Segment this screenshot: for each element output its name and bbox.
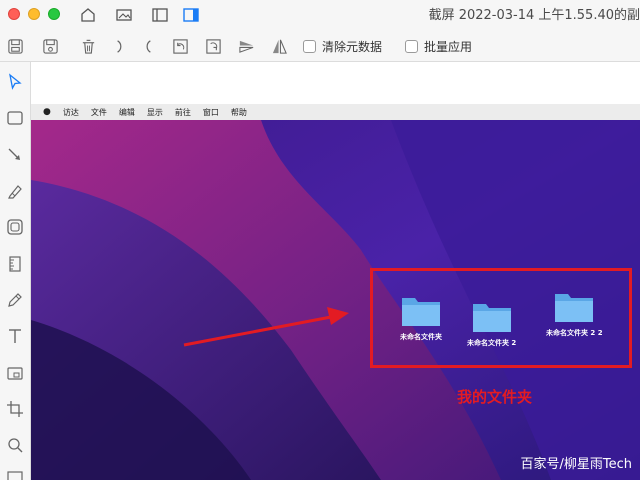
batch-apply-option[interactable]: 批量应用 [405,38,472,55]
clear-metadata-label: 清除元数据 [322,40,383,54]
tools-sidebar [0,62,31,480]
batch-apply-label: 批量应用 [424,40,473,54]
minimize-window-button[interactable] [28,8,40,20]
annotation-arrow [183,307,349,347]
sidebar-right-icon[interactable] [180,5,202,25]
magnifier-icon[interactable] [4,434,26,456]
folder-item[interactable]: 未命名文件夹 2 2 [546,290,603,338]
screenshot-menubar: ● 访达 文件 编辑 显示 前往 窗口 帮助 [31,104,640,120]
canvas-margin [31,62,640,104]
sidebar-left-icon[interactable] [149,5,171,25]
folder-icon [402,298,440,326]
folder-item[interactable]: 未命名文件夹 [400,294,442,342]
text-icon[interactable] [4,325,26,347]
layers-icon[interactable] [4,466,26,480]
window-title: 截屏 2022-03-14 上午1.55.40的副 [428,8,640,23]
rotate-right-icon[interactable] [203,36,223,56]
undo-icon[interactable] [109,36,129,56]
menu-edit: 编辑 [118,107,135,117]
folder-label: 未命名文件夹 2 [467,339,517,347]
close-window-button[interactable] [8,8,20,20]
pointer-icon[interactable] [4,71,26,93]
highlighter-icon[interactable] [4,180,26,202]
ruler-icon[interactable] [4,253,26,275]
menu-go: 前往 [174,107,191,117]
title-bar: 截屏 2022-03-14 上午1.55.40的副 [0,0,640,30]
maximize-window-button[interactable] [48,8,60,20]
pencil-icon[interactable] [4,289,26,311]
batch-apply-checkbox[interactable] [405,40,418,53]
rectangle-icon[interactable] [4,107,26,129]
menu-file: 文件 [90,107,107,117]
menu-view: 显示 [146,107,163,117]
folder-item[interactable]: 未命名文件夹 2 [467,300,516,348]
apple-logo-icon: ● [43,107,51,117]
flip-vertical-icon[interactable] [236,36,256,56]
clear-metadata-checkbox[interactable] [303,40,316,53]
folder-icon [555,294,594,322]
folder-label: 未命名文件夹 [400,333,442,341]
clear-metadata-option[interactable]: 清除元数据 [303,38,382,55]
home-icon[interactable] [77,5,99,25]
watermark: 百家号/柳星雨Tech [520,457,633,472]
toolbar: 清除元数据 批量应用 [0,30,640,62]
annotation-label: 我的文件夹 [457,388,533,406]
arrow-icon[interactable] [4,144,26,166]
folder-label: 未命名文件夹 2 2 [546,329,603,337]
mosaic-icon[interactable] [4,362,26,384]
menu-window: 窗口 [202,107,219,117]
trash-icon[interactable] [78,36,98,56]
rounded-rect-icon[interactable] [4,216,26,238]
flip-horizontal-icon[interactable] [269,36,289,56]
image-icon[interactable] [113,5,135,25]
folder-icon [472,304,511,332]
screenshot-desktop[interactable]: 未命名文件夹 未命名文件夹 2 未命名文件夹 2 2 我的文件夹 百家号/柳星雨… [31,120,640,480]
menu-help: 帮助 [230,107,247,117]
rotate-left-icon[interactable] [170,36,190,56]
redo-icon[interactable] [137,36,157,56]
crop-icon[interactable] [4,398,26,420]
save-icon[interactable] [5,36,25,56]
save-as-icon[interactable] [40,36,60,56]
menu-finder: 访达 [62,107,79,117]
